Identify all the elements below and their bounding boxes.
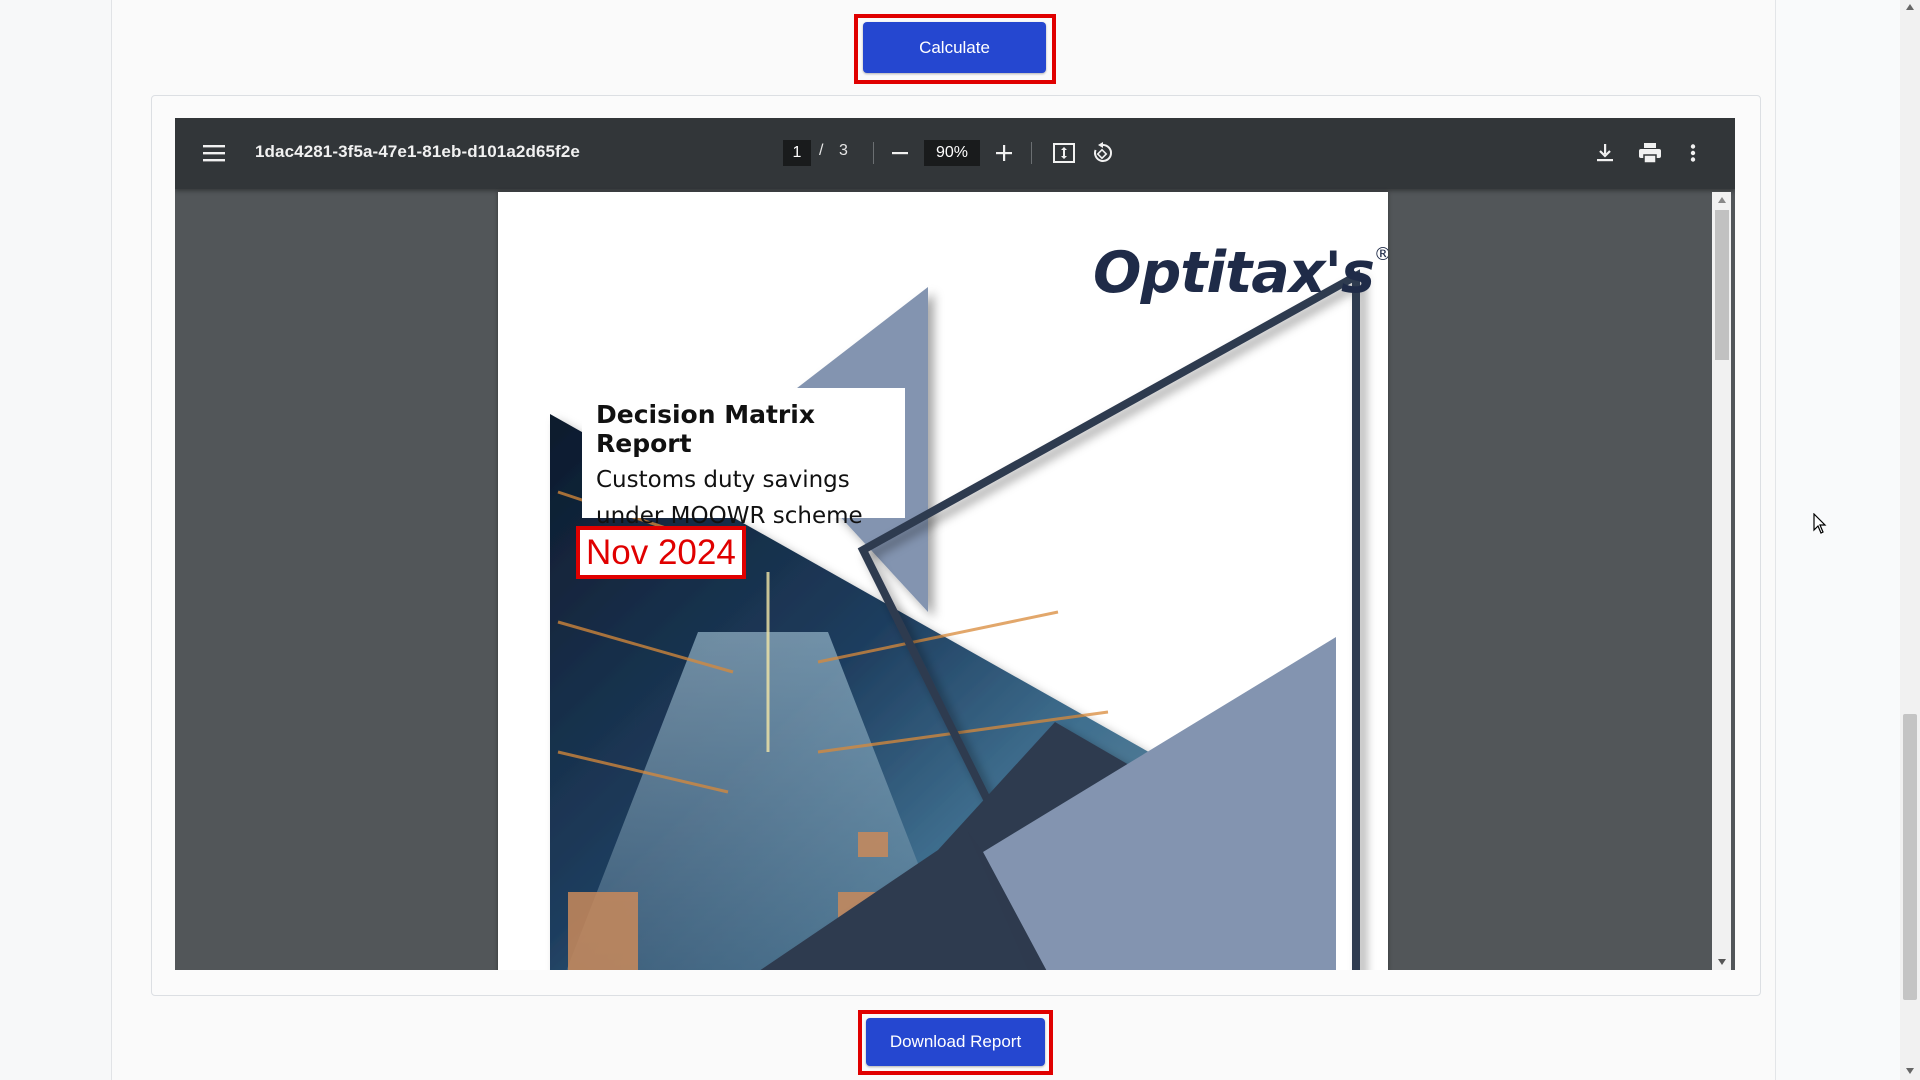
rotate-icon[interactable] — [1089, 139, 1117, 167]
report-title-box: Decision Matrix Report Customs duty savi… — [582, 388, 905, 529]
scroll-up-arrow-icon[interactable] — [1715, 194, 1729, 206]
download-icon[interactable] — [1592, 140, 1618, 166]
brand-logo: Optitax's® — [1093, 240, 1388, 306]
pdf-viewer: 1dac4281-3f5a-47e1-81eb-d101a2d65f2e 1 /… — [175, 118, 1735, 970]
fit-page-icon[interactable] — [1051, 140, 1077, 166]
report-title: Decision Matrix Report — [596, 400, 815, 458]
calculate-button[interactable]: Calculate — [863, 22, 1046, 73]
page-scroll-up-icon[interactable] — [1904, 2, 1916, 12]
page-scroll-down-icon[interactable] — [1904, 1066, 1916, 1076]
cover-graphic — [550, 269, 1360, 970]
download-report-button[interactable]: Download Report — [866, 1018, 1045, 1066]
pdf-page: Optitax's® Decision Matrix Report Custom… — [498, 192, 1388, 970]
report-date: Nov 2024 — [576, 526, 746, 579]
page-separator: / — [819, 142, 824, 159]
pdf-toolbar: 1dac4281-3f5a-47e1-81eb-d101a2d65f2e 1 /… — [175, 118, 1735, 189]
scroll-down-arrow-icon[interactable] — [1715, 956, 1729, 968]
page-number-input[interactable]: 1 — [783, 140, 811, 166]
zoom-in-icon[interactable] — [991, 140, 1017, 166]
pdf-filename: 1dac4281-3f5a-47e1-81eb-d101a2d65f2e — [255, 142, 580, 161]
report-subtitle-line-1: Customs duty savings — [596, 467, 850, 493]
zoom-out-icon[interactable] — [887, 140, 913, 166]
menu-icon[interactable] — [201, 140, 227, 166]
pdf-scrollbar-thumb[interactable] — [1715, 210, 1729, 360]
page-total: 3 — [839, 142, 848, 159]
right-gutter-line — [1775, 0, 1776, 1080]
toolbar-divider — [1031, 142, 1032, 164]
print-icon[interactable] — [1636, 140, 1664, 166]
toolbar-divider — [873, 142, 874, 164]
page-scrollbar-thumb[interactable] — [1903, 714, 1917, 1000]
mouse-cursor-icon — [1813, 512, 1827, 540]
more-options-icon[interactable] — [1683, 140, 1703, 166]
zoom-level-input[interactable]: 90% — [924, 140, 980, 166]
left-gutter — [0, 0, 112, 1080]
